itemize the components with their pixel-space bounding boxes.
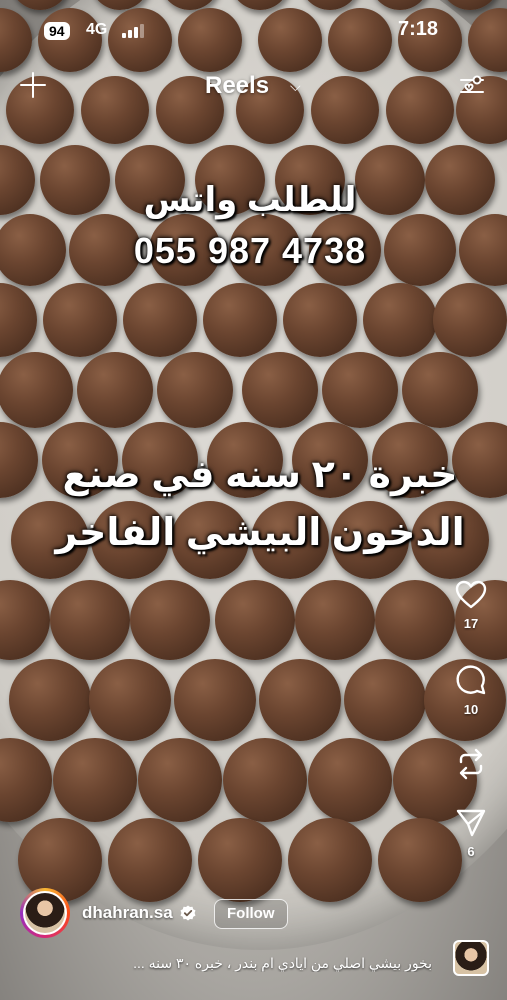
incense-ball — [138, 738, 222, 822]
incense-ball — [311, 76, 379, 144]
username[interactable]: dhahran.sa — [82, 903, 173, 923]
order-whatsapp-text: للطلب واتس — [143, 181, 357, 219]
incense-ball — [77, 352, 153, 428]
incense-ball — [0, 352, 73, 428]
repost-icon — [459, 748, 483, 780]
paper-plane-icon — [456, 809, 486, 837]
heart-icon — [455, 580, 487, 609]
incense-ball — [203, 283, 277, 357]
comment-button[interactable]: 10 — [450, 664, 492, 717]
incense-ball — [53, 738, 137, 822]
incense-ball — [130, 580, 210, 660]
network-type: 4G — [86, 21, 108, 38]
comment-count: 10 — [463, 702, 479, 717]
incense-ball — [50, 580, 130, 660]
status-bar: 94 4G 7:18 — [0, 0, 507, 60]
incense-ball — [81, 76, 149, 144]
incense-ball — [223, 738, 307, 822]
incense-ball — [174, 659, 256, 741]
incense-ball — [433, 283, 507, 357]
like-button[interactable]: 17 — [450, 580, 492, 631]
incense-ball — [198, 818, 282, 902]
comment-icon — [456, 665, 486, 695]
promo-text-line1: خبرة ٢٠ سنه في صنع — [62, 454, 458, 496]
incense-ball — [344, 659, 426, 741]
chevron-down-icon[interactable]: ⌵ — [290, 78, 301, 95]
incense-ball — [425, 145, 495, 215]
avatar[interactable] — [20, 888, 70, 938]
incense-ball — [259, 659, 341, 741]
filter-icon[interactable] — [458, 74, 486, 98]
incense-ball — [402, 352, 478, 428]
incense-ball — [288, 818, 372, 902]
incense-ball — [283, 283, 357, 357]
incense-ball — [89, 659, 171, 741]
incense-ball — [386, 76, 454, 144]
clock: 7:18 — [398, 18, 439, 40]
incense-ball — [355, 145, 425, 215]
like-count: 17 — [463, 616, 479, 631]
page-title[interactable]: Reels — [205, 72, 269, 100]
incense-ball — [242, 352, 318, 428]
incense-ball — [9, 659, 91, 741]
incense-ball — [375, 580, 455, 660]
caption[interactable]: بخور بيشي اصلي من ايادي ام بندر ، خبره ٣… — [60, 955, 432, 972]
remix-button[interactable] — [450, 748, 492, 786]
incense-ball — [157, 352, 233, 428]
phone-number: 055 987 4738 — [133, 230, 367, 271]
signal-icon — [122, 24, 144, 38]
incense-ball — [322, 352, 398, 428]
send-button[interactable]: 6 — [450, 808, 492, 859]
verified-badge-icon — [180, 905, 196, 921]
incense-ball — [18, 818, 102, 902]
incense-ball — [215, 580, 295, 660]
promo-text-line2: الدخون البيشي الفاخر — [55, 512, 465, 554]
incense-ball — [43, 283, 117, 357]
incense-ball — [108, 818, 192, 902]
send-count: 6 — [467, 844, 475, 859]
battery-indicator: 94 — [44, 22, 70, 40]
incense-ball — [308, 738, 392, 822]
incense-ball — [295, 580, 375, 660]
incense-ball — [363, 283, 437, 357]
incense-ball — [123, 283, 197, 357]
reel-video[interactable]: 94 4G 7:18 Reels ⌵ للطلب واتس 055 987 47… — [0, 0, 507, 1000]
audio-thumbnail[interactable] — [453, 940, 489, 976]
incense-ball — [384, 214, 456, 286]
plus-icon[interactable] — [20, 72, 46, 98]
follow-button[interactable]: Follow — [214, 899, 288, 929]
incense-ball — [40, 145, 110, 215]
